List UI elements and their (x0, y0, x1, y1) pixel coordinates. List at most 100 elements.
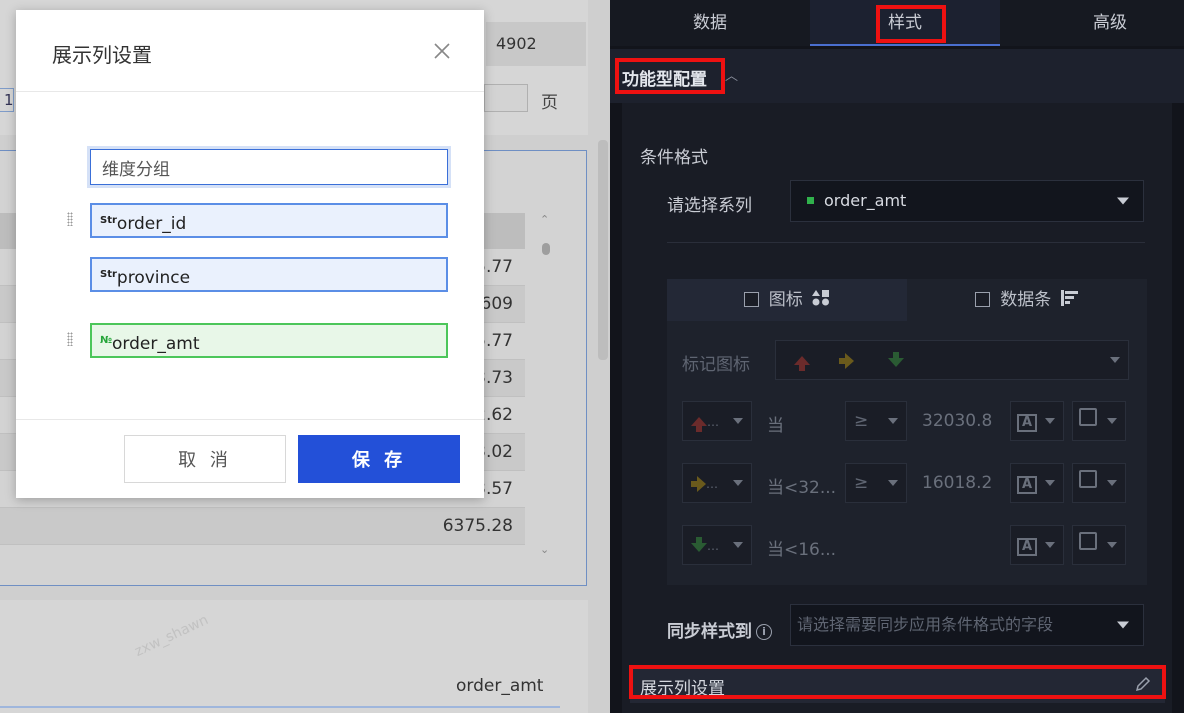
format-box: 图标 数据条 标记图标 … 当 ≥ 32030.8 A … 当<32... ≥ … (667, 279, 1147, 585)
arrow-down-icon (691, 537, 707, 552)
rule-condition: 当 (767, 416, 784, 436)
table-cell: 609 (480, 294, 513, 314)
fill-color-select[interactable] (1072, 401, 1126, 441)
series-select[interactable]: order_amt (790, 180, 1144, 222)
chevron-down-icon (1045, 480, 1055, 486)
chevron-down-icon (1045, 542, 1055, 548)
highlight-style-tab (876, 5, 946, 43)
config-body: 条件格式 请选择系列 order_amt 图标 数据条 标记图标 … 当 ≥ 3… (622, 103, 1172, 713)
icon-format-checkbox[interactable] (743, 292, 759, 307)
rule-icon-select[interactable]: … (682, 463, 752, 503)
scroll-thumb[interactable] (542, 243, 550, 255)
font-color-select[interactable]: A (1010, 401, 1064, 441)
tab-advanced[interactable]: 高级 (1015, 0, 1184, 46)
number-type-icon: № (100, 335, 113, 346)
section-divider (667, 242, 1145, 243)
chevron-down-icon (888, 418, 898, 424)
column-underline (0, 706, 560, 708)
page-jump-input[interactable] (484, 84, 528, 112)
record-total: 4902 (496, 34, 537, 53)
report-bottom-area: order_amt (0, 600, 588, 713)
page-scrollbar[interactable] (598, 140, 608, 360)
column-header-order-amt: order_amt (456, 676, 544, 696)
field-order-id[interactable]: Strorder_id (90, 203, 448, 238)
dialog-title: 展示列设置 (52, 43, 152, 67)
info-icon[interactable]: i (756, 624, 772, 640)
rule-icon-select[interactable]: … (682, 401, 752, 441)
rule-condition: 当<16... (767, 540, 837, 560)
dimension-group-input[interactable] (87, 146, 451, 188)
marker-icon-select[interactable] (775, 340, 1129, 380)
table-scrollbar[interactable]: ⌃ ⌄ (538, 213, 554, 563)
field-name: order_amt (112, 334, 200, 354)
sync-field-select[interactable]: 请选择需要同步应用条件格式的字段 (790, 604, 1144, 646)
sync-style-label: 同步样式到 i (667, 617, 772, 642)
arrow-up-icon (794, 356, 810, 371)
arrow-down-icon (887, 352, 904, 367)
highlight-functional-config (615, 58, 725, 94)
cancel-button[interactable]: 取 消 (124, 435, 286, 483)
arrow-up-icon (691, 417, 707, 432)
scroll-up-icon[interactable]: ⌃ (540, 213, 549, 226)
data-bar-label: 数据条 (1000, 290, 1052, 310)
field-order-amt[interactable]: №order_amt (90, 323, 448, 358)
data-bar-icon (1060, 290, 1078, 306)
tab-data[interactable]: 数据 (615, 0, 805, 46)
icon-set-icon (812, 290, 830, 306)
field-name: province (116, 268, 191, 288)
chevron-down-icon (1107, 418, 1117, 424)
data-bar-checkbox[interactable] (975, 292, 991, 307)
arrow-right-icon (839, 353, 855, 369)
string-type-icon: Str (100, 215, 117, 226)
rule-operator-select[interactable]: ≥ (845, 463, 907, 503)
chevron-up-icon[interactable]: ︿ (725, 65, 738, 84)
chevron-down-icon (1117, 197, 1129, 205)
rule-operator: ≥ (854, 411, 869, 431)
display-columns-dialog: 展示列设置 Strorder_id Strprovince №order_amt… (16, 10, 484, 498)
rule-threshold[interactable]: 32030.8 (922, 411, 992, 431)
arrow-right-icon (691, 476, 706, 492)
field-province[interactable]: Strprovince (90, 257, 448, 292)
fill-color-icon (1079, 408, 1097, 426)
table-row: 6375.28 (0, 508, 525, 545)
chevron-down-icon (1107, 542, 1117, 548)
chevron-down-icon (1117, 621, 1129, 629)
chevron-down-icon (1107, 480, 1117, 486)
close-icon[interactable] (431, 40, 453, 62)
fill-color-icon (1079, 470, 1097, 488)
marker-icon-label: 标记图标 (682, 355, 750, 375)
drag-handle-icon[interactable] (67, 332, 73, 346)
chevron-down-icon (1045, 418, 1055, 424)
sync-style-text: 同步样式到 (667, 622, 752, 642)
fill-color-select[interactable] (1072, 525, 1126, 565)
string-type-icon: Str (100, 269, 117, 280)
scroll-down-icon[interactable]: ⌄ (540, 543, 549, 556)
chevron-down-icon (733, 480, 743, 486)
tab-icon-format[interactable]: 图标 (667, 279, 907, 321)
fill-color-select[interactable] (1072, 463, 1126, 503)
rule-threshold[interactable]: 16018.2 (922, 473, 992, 493)
font-color-icon: A (1017, 538, 1037, 556)
rule-operator-select[interactable]: ≥ (845, 401, 907, 441)
sync-field-placeholder: 请选择需要同步应用条件格式的字段 (797, 615, 1054, 634)
chevron-down-icon (888, 480, 898, 486)
chevron-down-icon (733, 418, 743, 424)
rule-icon-select[interactable]: … (682, 525, 752, 565)
rule-operator: ≥ (854, 473, 869, 493)
series-value: order_amt (824, 191, 907, 210)
chevron-down-icon (733, 542, 743, 548)
record-total-box: 4902 (486, 22, 586, 66)
chevron-down-icon (1110, 357, 1120, 363)
rule-condition: 当<32... (767, 478, 837, 498)
font-color-icon: A (1017, 476, 1037, 494)
conditional-format-title: 条件格式 (640, 148, 708, 168)
highlight-display-columns (629, 665, 1166, 699)
dialog-header-divider (16, 91, 484, 92)
font-color-select[interactable]: A (1010, 463, 1064, 503)
font-color-select[interactable]: A (1010, 525, 1064, 565)
save-button[interactable]: 保 存 (298, 435, 460, 483)
tab-data-bar-format[interactable]: 数据条 (907, 279, 1147, 321)
drag-handle-icon[interactable] (67, 212, 73, 226)
page-unit-label: 页 (541, 93, 558, 113)
page-number-input[interactable]: 1 (0, 88, 14, 112)
